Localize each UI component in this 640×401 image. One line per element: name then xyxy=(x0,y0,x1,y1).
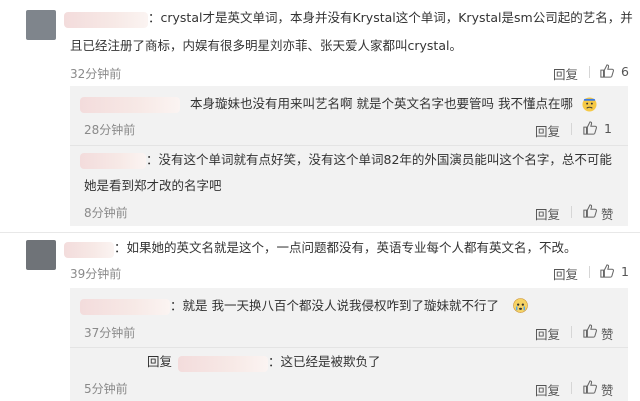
avatar[interactable] xyxy=(26,240,56,270)
reply-text: 本身璇妹也没有用来叫艺名啊 就是个英文名字也要管吗 我不懂点在哪 xyxy=(190,96,573,111)
crying-face-emoji xyxy=(513,298,528,313)
comment-time: 39分钟前 xyxy=(70,267,122,281)
thumbs-up-icon[interactable] xyxy=(583,121,597,135)
comment-text: 且已经注册了商标，内娱有很多明星刘亦菲、张天爱人家都叫crystal。 xyxy=(70,38,462,53)
reply-text: ：没有这个单词就有点好笑，没有这个单词82年的外国演员能叫这个名字，总不可能 xyxy=(146,152,612,167)
divider xyxy=(589,66,590,78)
reply-time: 28分钟前 xyxy=(84,123,136,137)
username-redacted[interactable] xyxy=(178,356,268,372)
like-button[interactable]: 赞 xyxy=(601,204,614,223)
reply-button[interactable]: 回复 xyxy=(553,264,578,283)
divider xyxy=(571,206,572,218)
reply-prefix[interactable]: 回复 xyxy=(147,350,172,374)
reply-button[interactable]: 回复 xyxy=(553,64,578,83)
thumbs-up-icon[interactable] xyxy=(600,64,614,78)
username-redacted[interactable] xyxy=(64,12,148,28)
reply-text: ：这已经是被欺负了 xyxy=(268,354,381,369)
username-redacted[interactable] xyxy=(64,242,114,258)
thumbs-up-icon[interactable] xyxy=(583,380,597,394)
comment-text: ：如果她的英文名就是这个，一点问题都没有，英语专业每个人都有英文名，不改。 xyxy=(114,240,577,255)
reply-text: 她是看到郑才改的名字吧 xyxy=(84,178,222,193)
comment-time: 32分钟前 xyxy=(70,67,122,81)
reply-button[interactable]: 回复 xyxy=(535,204,560,223)
reply-time: 5分钟前 xyxy=(84,382,128,396)
reply-time: 37分钟前 xyxy=(84,326,136,340)
username-redacted[interactable] xyxy=(80,153,146,169)
reply-button[interactable]: 回复 xyxy=(535,121,560,140)
divider xyxy=(70,347,628,348)
comment-separator xyxy=(0,232,640,233)
thumbs-up-icon[interactable] xyxy=(583,204,597,218)
reply-text: ：就是 我一天换八百个都没人说我侵权咋到了璇妹就不行了 xyxy=(170,298,499,313)
reply-button[interactable]: 回复 xyxy=(535,380,560,399)
username-redacted[interactable] xyxy=(80,97,180,113)
reply-time: 8分钟前 xyxy=(84,206,128,220)
username-redacted[interactable] xyxy=(80,299,170,315)
divider xyxy=(571,326,572,338)
divider xyxy=(589,266,590,278)
like-count: 6 xyxy=(621,64,629,79)
like-button[interactable]: 赞 xyxy=(601,380,614,399)
divider xyxy=(571,382,572,394)
divider xyxy=(571,123,572,135)
like-count: 1 xyxy=(604,121,612,136)
reply-button[interactable]: 回复 xyxy=(535,324,560,343)
thumbs-up-icon[interactable] xyxy=(583,324,597,338)
thumbs-up-icon[interactable] xyxy=(600,264,614,278)
avatar[interactable] xyxy=(26,10,56,40)
like-count: 1 xyxy=(621,264,629,279)
divider xyxy=(70,145,628,146)
worried-face-emoji xyxy=(582,97,597,112)
comment-text: ：crystal才是英文单词，本身并没有Krystal这个单词，Krystal是… xyxy=(148,10,633,25)
like-button[interactable]: 赞 xyxy=(601,324,614,343)
